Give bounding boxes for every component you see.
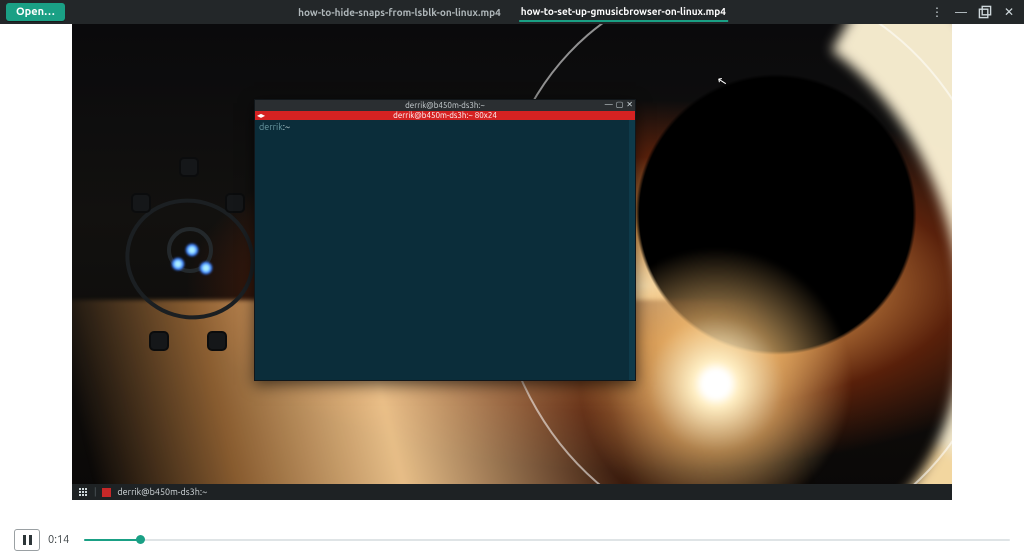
- terminal-window: derrik@b450m-ds3h:~ — ▢ ✕ ◂▸ derrik@b450…: [254, 99, 636, 381]
- open-button[interactable]: Open…: [6, 3, 65, 21]
- seek-fill: [84, 539, 140, 541]
- maximize-icon[interactable]: [978, 5, 992, 19]
- terminal-prompt-path: ~: [285, 122, 290, 132]
- ship-graphic: [125, 157, 255, 357]
- terminal-maximize-icon: ▢: [616, 100, 624, 109]
- seek-track: [84, 539, 1010, 541]
- pause-icon: [23, 535, 32, 545]
- close-icon[interactable]: ✕: [1002, 5, 1016, 19]
- tab-video-2[interactable]: how-to-set-up-gmusicbrowser-on-linux.mp4: [519, 2, 728, 22]
- terminal-prompt-user: derrik: [259, 122, 283, 132]
- terminal-badge-icon: ◂▸: [257, 111, 265, 120]
- captured-taskbar: | derrik@b450m-ds3h:~: [72, 484, 952, 500]
- seek-bar[interactable]: [84, 538, 1010, 542]
- pause-button[interactable]: [14, 529, 40, 551]
- taskbar-entry-label: derrik@b450m-ds3h:~: [117, 487, 207, 497]
- current-time: 0:14: [48, 534, 76, 546]
- apps-grid-icon: [78, 487, 88, 497]
- tab-video-1[interactable]: how-to-hide-snaps-from-lsblk-on-linux.mp…: [296, 3, 503, 21]
- minimize-icon[interactable]: —: [954, 5, 968, 19]
- terminal-body: derrik:~: [255, 120, 635, 380]
- terminal-titlebar: derrik@b450m-ds3h:~ — ▢ ✕: [255, 100, 635, 111]
- app-titlebar: Open… how-to-hide-snaps-from-lsblk-on-li…: [0, 0, 1024, 24]
- terminal-redline-text: derrik@b450m-ds3h:~ 80x24: [393, 111, 497, 120]
- terminal-close-icon: ✕: [626, 100, 633, 109]
- terminal-minimize-icon: —: [605, 100, 613, 109]
- more-icon[interactable]: ⋮: [930, 5, 944, 19]
- terminal-title: derrik@b450m-ds3h:~: [405, 101, 485, 110]
- video-stage[interactable]: derrik@b450m-ds3h:~ — ▢ ✕ ◂▸ derrik@b450…: [72, 24, 952, 500]
- tab-strip: how-to-hide-snaps-from-lsblk-on-linux.mp…: [296, 2, 728, 22]
- window-controls: ⋮ — ✕: [930, 5, 1024, 19]
- video-stage-wrapper: derrik@b450m-ds3h:~ — ▢ ✕ ◂▸ derrik@b450…: [0, 24, 1024, 524]
- terminal-red-bar: ◂▸ derrik@b450m-ds3h:~ 80x24: [255, 111, 635, 120]
- player-controls: 0:14: [0, 524, 1024, 556]
- taskbar-app-icon: [102, 488, 111, 497]
- seek-thumb[interactable]: [136, 535, 145, 544]
